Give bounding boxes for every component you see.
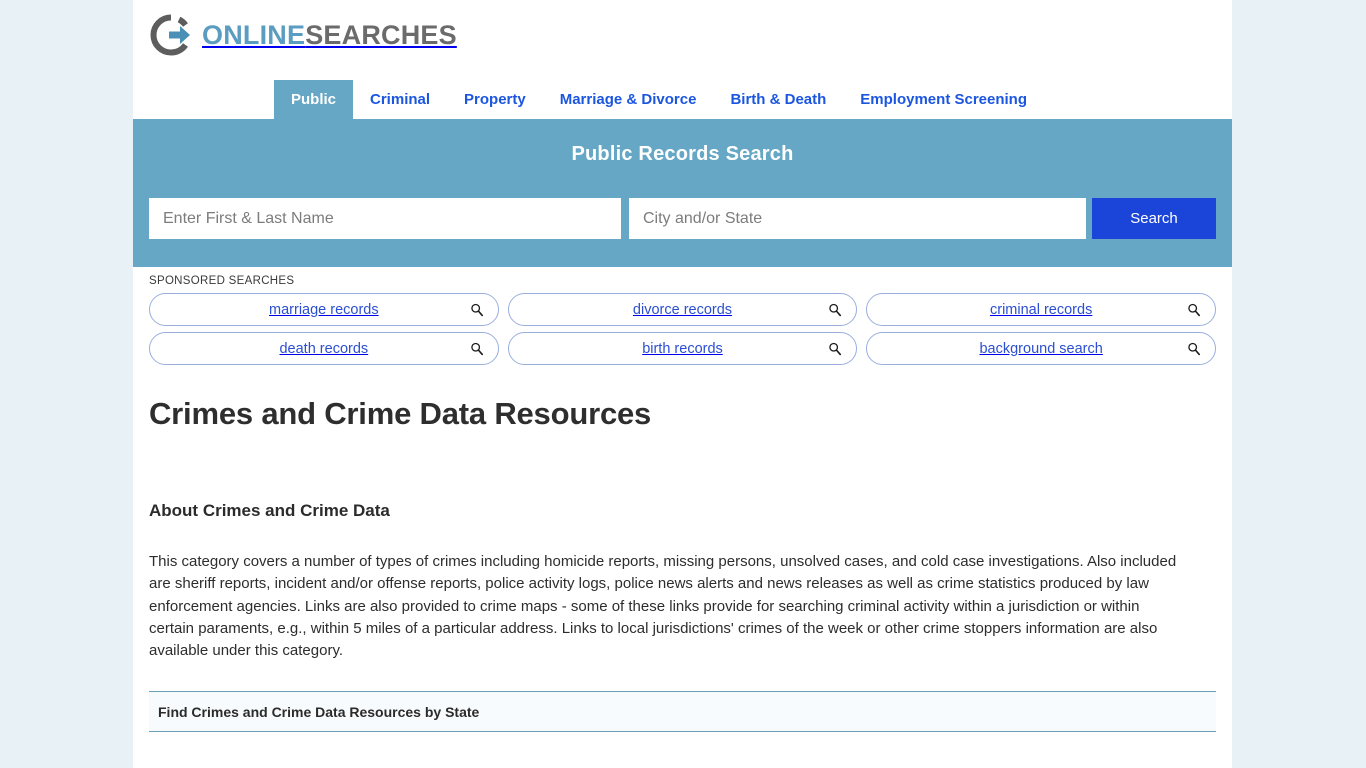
- search-banner-title: Public Records Search: [571, 143, 794, 165]
- sponsored-item-background-search[interactable]: background search: [866, 332, 1216, 365]
- sponsored-item-label: marriage records: [269, 301, 379, 318]
- state-section-header: Find Crimes and Crime Data Resources by …: [149, 691, 1216, 733]
- tab-employment-screening[interactable]: Employment Screening: [843, 80, 1044, 119]
- sponsored-item-divorce-records[interactable]: divorce records: [507, 293, 858, 326]
- content-container: ONLINESEARCHES Public Criminal Property …: [133, 0, 1232, 768]
- tab-property[interactable]: Property: [447, 80, 543, 119]
- magnifier-icon: [829, 342, 842, 355]
- search-banner: Public Records Search Search: [133, 119, 1232, 267]
- logo-wordmark: ONLINESEARCHES: [202, 19, 457, 50]
- sponsored-searches-label: SPONSORED SEARCHES: [149, 275, 295, 287]
- logo-text-searches: SEARCHES: [305, 19, 457, 50]
- sponsored-item-label: death records: [279, 340, 369, 357]
- main-navigation: Public Criminal Property Marriage & Divo…: [133, 80, 1232, 119]
- tab-public[interactable]: Public: [274, 80, 354, 119]
- magnifier-icon: [470, 303, 483, 316]
- magnifier-icon: [829, 303, 842, 316]
- search-form: Search: [149, 198, 1216, 239]
- state-section-title: Find Crimes and Crime Data Resources by …: [158, 703, 480, 720]
- tab-marriage-divorce[interactable]: Marriage & Divorce: [543, 80, 714, 119]
- page-title: Crimes and Crime Data Resources: [149, 396, 652, 431]
- sponsored-item-label: divorce records: [632, 301, 733, 318]
- about-section-text: This category covers a number of types o…: [149, 553, 1177, 660]
- sponsored-item-marriage-records[interactable]: marriage records: [149, 293, 499, 326]
- location-search-input[interactable]: [629, 198, 1086, 239]
- about-section-heading: About Crimes and Crime Data: [149, 501, 390, 520]
- page-root: ONLINESEARCHES Public Criminal Property …: [0, 0, 1366, 768]
- sponsored-item-death-records[interactable]: death records: [149, 332, 499, 365]
- sponsored-searches-grid: marriage records divorce records crimina…: [149, 293, 1216, 365]
- site-logo[interactable]: ONLINESEARCHES: [149, 13, 1232, 57]
- main-content: Crimes and Crime Data Resources About Cr…: [133, 396, 1232, 733]
- search-submit-button[interactable]: Search: [1092, 198, 1216, 239]
- tab-criminal[interactable]: Criminal: [353, 80, 447, 119]
- magnifier-icon: [470, 342, 483, 355]
- tab-birth-death[interactable]: Birth & Death: [713, 80, 843, 119]
- sponsored-item-label: birth records: [642, 340, 723, 357]
- sponsored-searches-section: SPONSORED SEARCHES marriage records divo…: [133, 267, 1232, 365]
- sponsored-item-birth-records[interactable]: birth records: [507, 332, 858, 365]
- sponsored-item-criminal-records[interactable]: criminal records: [866, 293, 1216, 326]
- sponsored-item-label: criminal records: [989, 301, 1093, 318]
- sponsored-item-label: background search: [979, 340, 1103, 357]
- magnifier-icon: [1188, 303, 1201, 316]
- circle-arrow-logo-icon: [150, 14, 190, 56]
- logo-text-online: ONLINE: [202, 19, 306, 50]
- magnifier-icon: [1188, 342, 1201, 355]
- name-search-input[interactable]: [149, 198, 621, 239]
- site-header: ONLINESEARCHES: [133, 0, 1232, 80]
